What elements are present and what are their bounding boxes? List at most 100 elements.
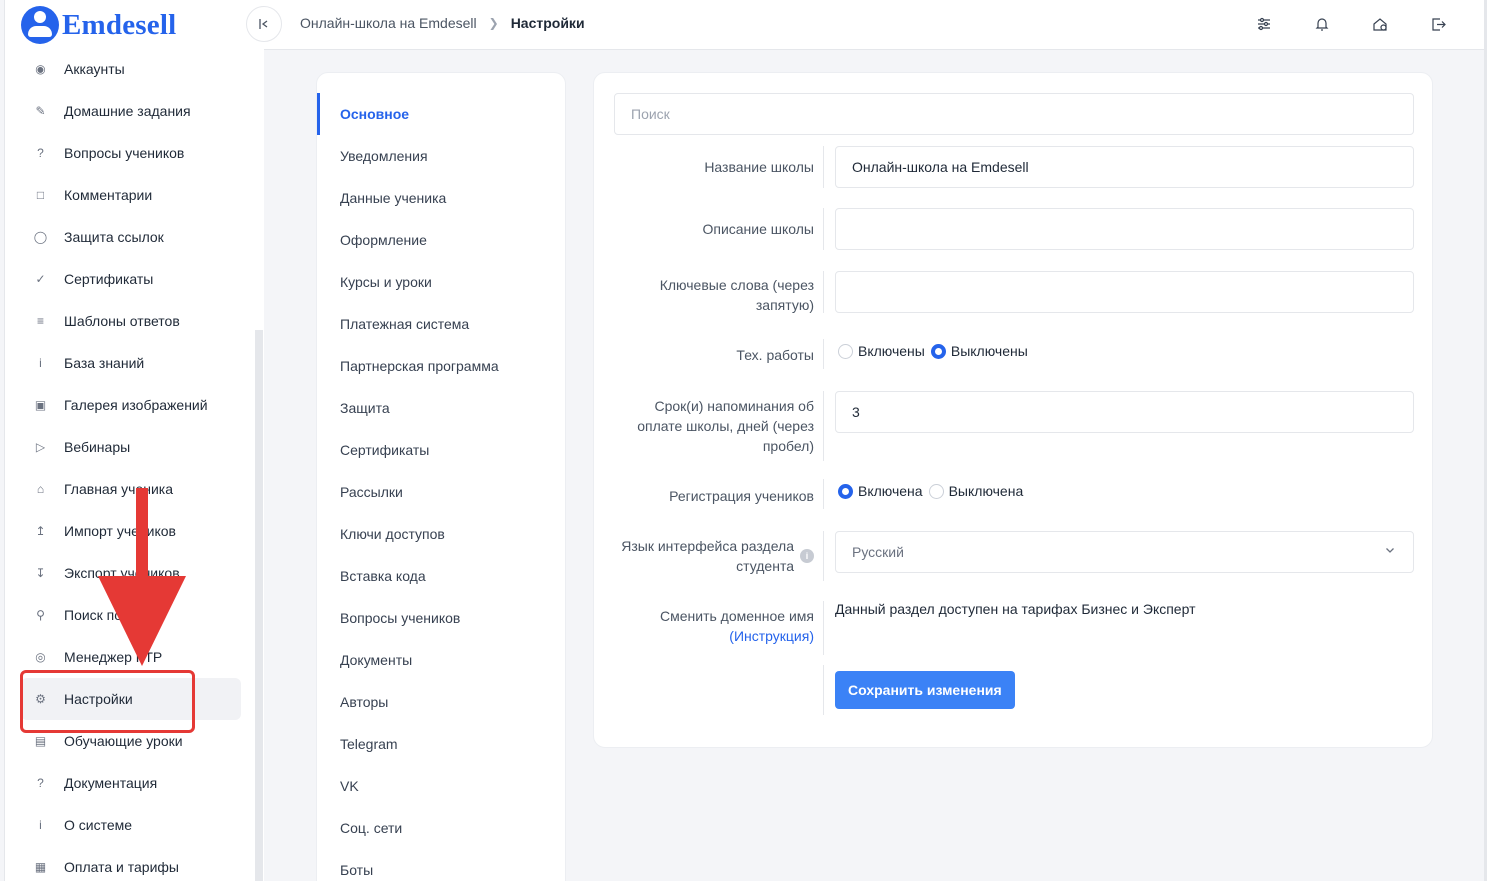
chevron-down-icon	[1385, 544, 1395, 558]
school-description-label: Описание школы	[702, 221, 814, 237]
sidebar: Emdesell ◉ Аккаунты ✎ Домашние задания? Вопр…	[4, 0, 264, 881]
language-select[interactable]: Русский	[835, 531, 1414, 573]
settings-menu-item[interactable]: Платежная система	[317, 303, 567, 345]
top-bar: Онлайн-школа на Emdesell ❯ Настройки	[246, 0, 1484, 50]
sidebar-item-label: Вебинары	[64, 439, 131, 455]
settings-menu-item[interactable]: Оформление	[317, 219, 567, 261]
sidebar-item[interactable]: ▦ Оплата и тарифы	[21, 846, 241, 881]
school-name-label: Название школы	[704, 159, 814, 175]
sidebar-item-label: Домашние задания	[64, 103, 191, 119]
reminder-label-line3: пробел)	[762, 438, 814, 454]
comment-icon: □	[36, 188, 45, 202]
sidebar-item[interactable]: i О системе	[21, 804, 241, 846]
domain-availability-text: Данный раздел доступен на тарифах Бизнес…	[835, 601, 1196, 617]
save-button[interactable]: Сохранить изменения	[835, 671, 1015, 709]
info-square-icon: i	[39, 818, 42, 832]
keywords-label: Ключевые слова (через запятую)	[594, 275, 814, 315]
info-icon[interactable]: i	[800, 549, 814, 563]
sidebar-item[interactable]: ✓ Сертификаты	[21, 258, 241, 300]
home-gear-icon[interactable]	[1370, 14, 1390, 34]
sidebar-item-label: Сертификаты	[64, 271, 154, 287]
maintenance-label: Тех. работы	[736, 347, 814, 363]
pencil-icon: ✎	[35, 104, 46, 118]
keywords-label-line2: запятую)	[755, 297, 814, 313]
settings-menu-item[interactable]: Основное	[317, 93, 567, 135]
sidebar-item-label: Вопросы учеников	[64, 145, 185, 161]
sidebar-item[interactable]: i База знаний	[21, 342, 241, 384]
maintenance-off-option[interactable]: Выключены	[930, 343, 1028, 359]
sidebar-item[interactable]: □ Комментарии	[21, 174, 241, 216]
keywords-input[interactable]	[835, 271, 1414, 313]
calculator-icon: ▦	[34, 860, 47, 874]
settings-menu-item[interactable]: Данные ученика	[317, 177, 567, 219]
settings-menu-item[interactable]: Партнерская программа	[317, 345, 567, 387]
sidebar-item[interactable]: ≡ Шаблоны ответов	[21, 300, 241, 342]
sidebar-item[interactable]: ▷ Вебинары	[21, 426, 241, 468]
annotation-arrow-icon	[98, 488, 186, 666]
settings-menu-item[interactable]: Авторы	[317, 681, 567, 723]
registration-off-option[interactable]: Выключена	[928, 483, 1023, 499]
sidebar-scrollbar[interactable]	[255, 330, 263, 881]
logo-icon	[21, 6, 59, 44]
settings-menu-item[interactable]: Рассылки	[317, 471, 567, 513]
sidebar-item[interactable]: ✎ Домашние задания	[21, 90, 241, 132]
registration-on-option[interactable]: Включена	[838, 483, 923, 499]
settings-menu-item[interactable]: Telegram	[317, 723, 567, 765]
registration-radio-group: Включена Выключена	[838, 483, 1029, 499]
breadcrumb: Онлайн-школа на Emdesell ❯ Настройки	[300, 15, 585, 31]
upload-icon: ↥	[35, 524, 46, 538]
settings-menu-item[interactable]: Документы	[317, 639, 567, 681]
search-icon: ⚲	[36, 608, 45, 622]
download-icon: ↧	[35, 566, 46, 580]
chevron-right-icon: ❯	[488, 16, 499, 30]
language-select-value: Русский	[852, 544, 904, 560]
shield-icon: ◯	[33, 230, 48, 244]
bell-icon[interactable]	[1312, 14, 1332, 34]
settings-menu-item[interactable]: Курсы и уроки	[317, 261, 567, 303]
radio-icon[interactable]	[838, 343, 853, 359]
sidebar-item-label: Шаблоны ответов	[64, 313, 180, 329]
maintenance-on-option[interactable]: Включены	[838, 343, 925, 359]
sliders-icon[interactable]	[1254, 14, 1274, 34]
radio-checked-icon[interactable]	[838, 483, 853, 499]
sidebar-item[interactable]: ◉ Аккаунты	[21, 48, 241, 90]
collapse-icon	[259, 19, 268, 29]
settings-menu-item[interactable]: Ключи доступов	[317, 513, 567, 555]
radio-checked-icon[interactable]	[930, 343, 946, 359]
settings-menu-item[interactable]: Соц. сети	[317, 807, 567, 849]
sidebar-item[interactable]: ▣ Галерея изображений	[21, 384, 241, 426]
sidebar-item-label: Галерея изображений	[64, 397, 208, 413]
settings-menu-item[interactable]: Вставка кода	[317, 555, 567, 597]
collapse-sidebar-button[interactable]	[246, 6, 282, 42]
info-circle-icon: i	[39, 356, 42, 370]
settings-menu-item[interactable]: Вопросы учеников	[317, 597, 567, 639]
settings-menu-item[interactable]: VK	[317, 765, 567, 807]
question-circle-icon: ?	[37, 146, 44, 160]
sidebar-item-label: О системе	[64, 817, 133, 833]
breadcrumb-parent[interactable]: Онлайн-школа на Emdesell	[300, 15, 477, 31]
logo-text: Emdesell	[62, 8, 177, 41]
settings-menu-item[interactable]: Защита	[317, 387, 567, 429]
language-label-line2: студента	[736, 558, 794, 574]
reminder-label-line1: Срок(и) напоминания об	[654, 398, 814, 414]
list-icon: ≡	[36, 314, 44, 328]
sidebar-item-label: Защита ссылок	[64, 229, 164, 245]
settings-menu-item[interactable]: Боты	[317, 849, 567, 881]
sidebar-item[interactable]: ◯ Защита ссылок	[21, 216, 241, 258]
settings-search-input[interactable]	[614, 93, 1414, 135]
play-icon: ▷	[35, 440, 46, 454]
sidebar-item-label: Аккаунты	[64, 61, 125, 77]
school-name-input[interactable]	[835, 146, 1414, 188]
logo[interactable]: Emdesell	[21, 6, 176, 44]
logout-icon[interactable]	[1428, 14, 1448, 34]
sidebar-item-label: Оплата и тарифы	[64, 859, 179, 875]
domain-instruction-link[interactable]: (Инструкция)	[594, 626, 814, 646]
check-circle-icon: ✓	[35, 272, 46, 286]
school-description-input[interactable]	[835, 208, 1414, 250]
sidebar-item[interactable]: ? Вопросы учеников	[21, 132, 241, 174]
radio-icon[interactable]	[928, 483, 944, 499]
settings-menu-item[interactable]: Уведомления	[317, 135, 567, 177]
reminder-days-input[interactable]	[835, 391, 1414, 433]
sidebar-item[interactable]: ? Документация	[21, 762, 241, 804]
settings-menu-item[interactable]: Сертификаты	[317, 429, 567, 471]
